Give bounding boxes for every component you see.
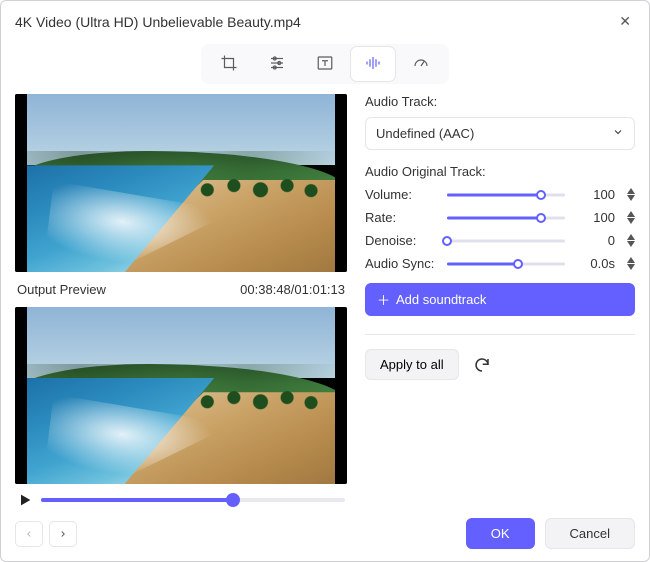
text-tab[interactable] (303, 47, 347, 81)
audiosync-value: 0.0s (573, 256, 615, 271)
play-button[interactable] (17, 492, 33, 508)
volume-slider[interactable] (447, 188, 565, 202)
refresh-icon[interactable] (473, 356, 491, 374)
prev-button[interactable] (15, 521, 43, 547)
rate-row: Rate: 100 (365, 210, 635, 225)
seek-slider[interactable] (41, 493, 345, 507)
crop-tab[interactable] (207, 47, 251, 81)
audiosync-slider[interactable] (447, 257, 565, 271)
chevron-down-icon (612, 126, 624, 141)
output-preview (15, 307, 347, 484)
audio-track-label: Audio Track: (365, 94, 635, 109)
apply-to-all-button[interactable]: Apply to all (365, 349, 459, 380)
source-preview (15, 94, 347, 272)
denoise-step-up[interactable] (627, 234, 635, 240)
volume-row: Volume: 100 (365, 187, 635, 202)
rate-step-down[interactable] (627, 218, 635, 224)
timecode: 00:38:48/01:01:13 (240, 282, 345, 297)
audiosync-step-up[interactable] (627, 257, 635, 263)
volume-step-down[interactable] (627, 195, 635, 201)
close-icon[interactable]: ✕ (615, 9, 635, 34)
crop-icon (220, 54, 238, 75)
audiosync-label: Audio Sync: (365, 256, 439, 271)
audiosync-row: Audio Sync: 0.0s (365, 256, 635, 271)
rate-value: 100 (573, 210, 615, 225)
audiosync-step-down[interactable] (627, 264, 635, 270)
audio-track-select[interactable]: Undefined (AAC) (365, 117, 635, 150)
denoise-row: Denoise: 0 (365, 233, 635, 248)
next-button[interactable] (49, 521, 77, 547)
text-icon (316, 54, 334, 75)
denoise-step-down[interactable] (627, 241, 635, 247)
edit-toolbar (201, 44, 449, 84)
adjust-tab[interactable] (255, 47, 299, 81)
ok-button[interactable]: OK (466, 518, 535, 549)
cancel-button[interactable]: Cancel (545, 518, 635, 549)
rate-step-up[interactable] (627, 211, 635, 217)
plus-icon: ＋ (377, 290, 390, 309)
divider (365, 334, 635, 335)
speedometer-icon (412, 54, 430, 75)
denoise-value: 0 (573, 233, 615, 248)
rate-label: Rate: (365, 210, 439, 225)
audio-tab[interactable] (351, 47, 395, 81)
add-soundtrack-button[interactable]: ＋ Add soundtrack (365, 283, 635, 316)
rate-slider[interactable] (447, 211, 565, 225)
denoise-slider[interactable] (447, 234, 565, 248)
speed-tab[interactable] (399, 47, 443, 81)
volume-label: Volume: (365, 187, 439, 202)
original-track-label: Audio Original Track: (365, 164, 635, 179)
volume-step-up[interactable] (627, 188, 635, 194)
output-preview-label: Output Preview (17, 282, 106, 297)
denoise-label: Denoise: (365, 233, 439, 248)
audio-track-value: Undefined (AAC) (376, 126, 474, 141)
audio-waveform-icon (364, 54, 382, 75)
window-title: 4K Video (Ultra HD) Unbelievable Beauty.… (15, 14, 301, 30)
volume-value: 100 (573, 187, 615, 202)
add-soundtrack-label: Add soundtrack (396, 292, 486, 307)
sliders-icon (268, 54, 286, 75)
